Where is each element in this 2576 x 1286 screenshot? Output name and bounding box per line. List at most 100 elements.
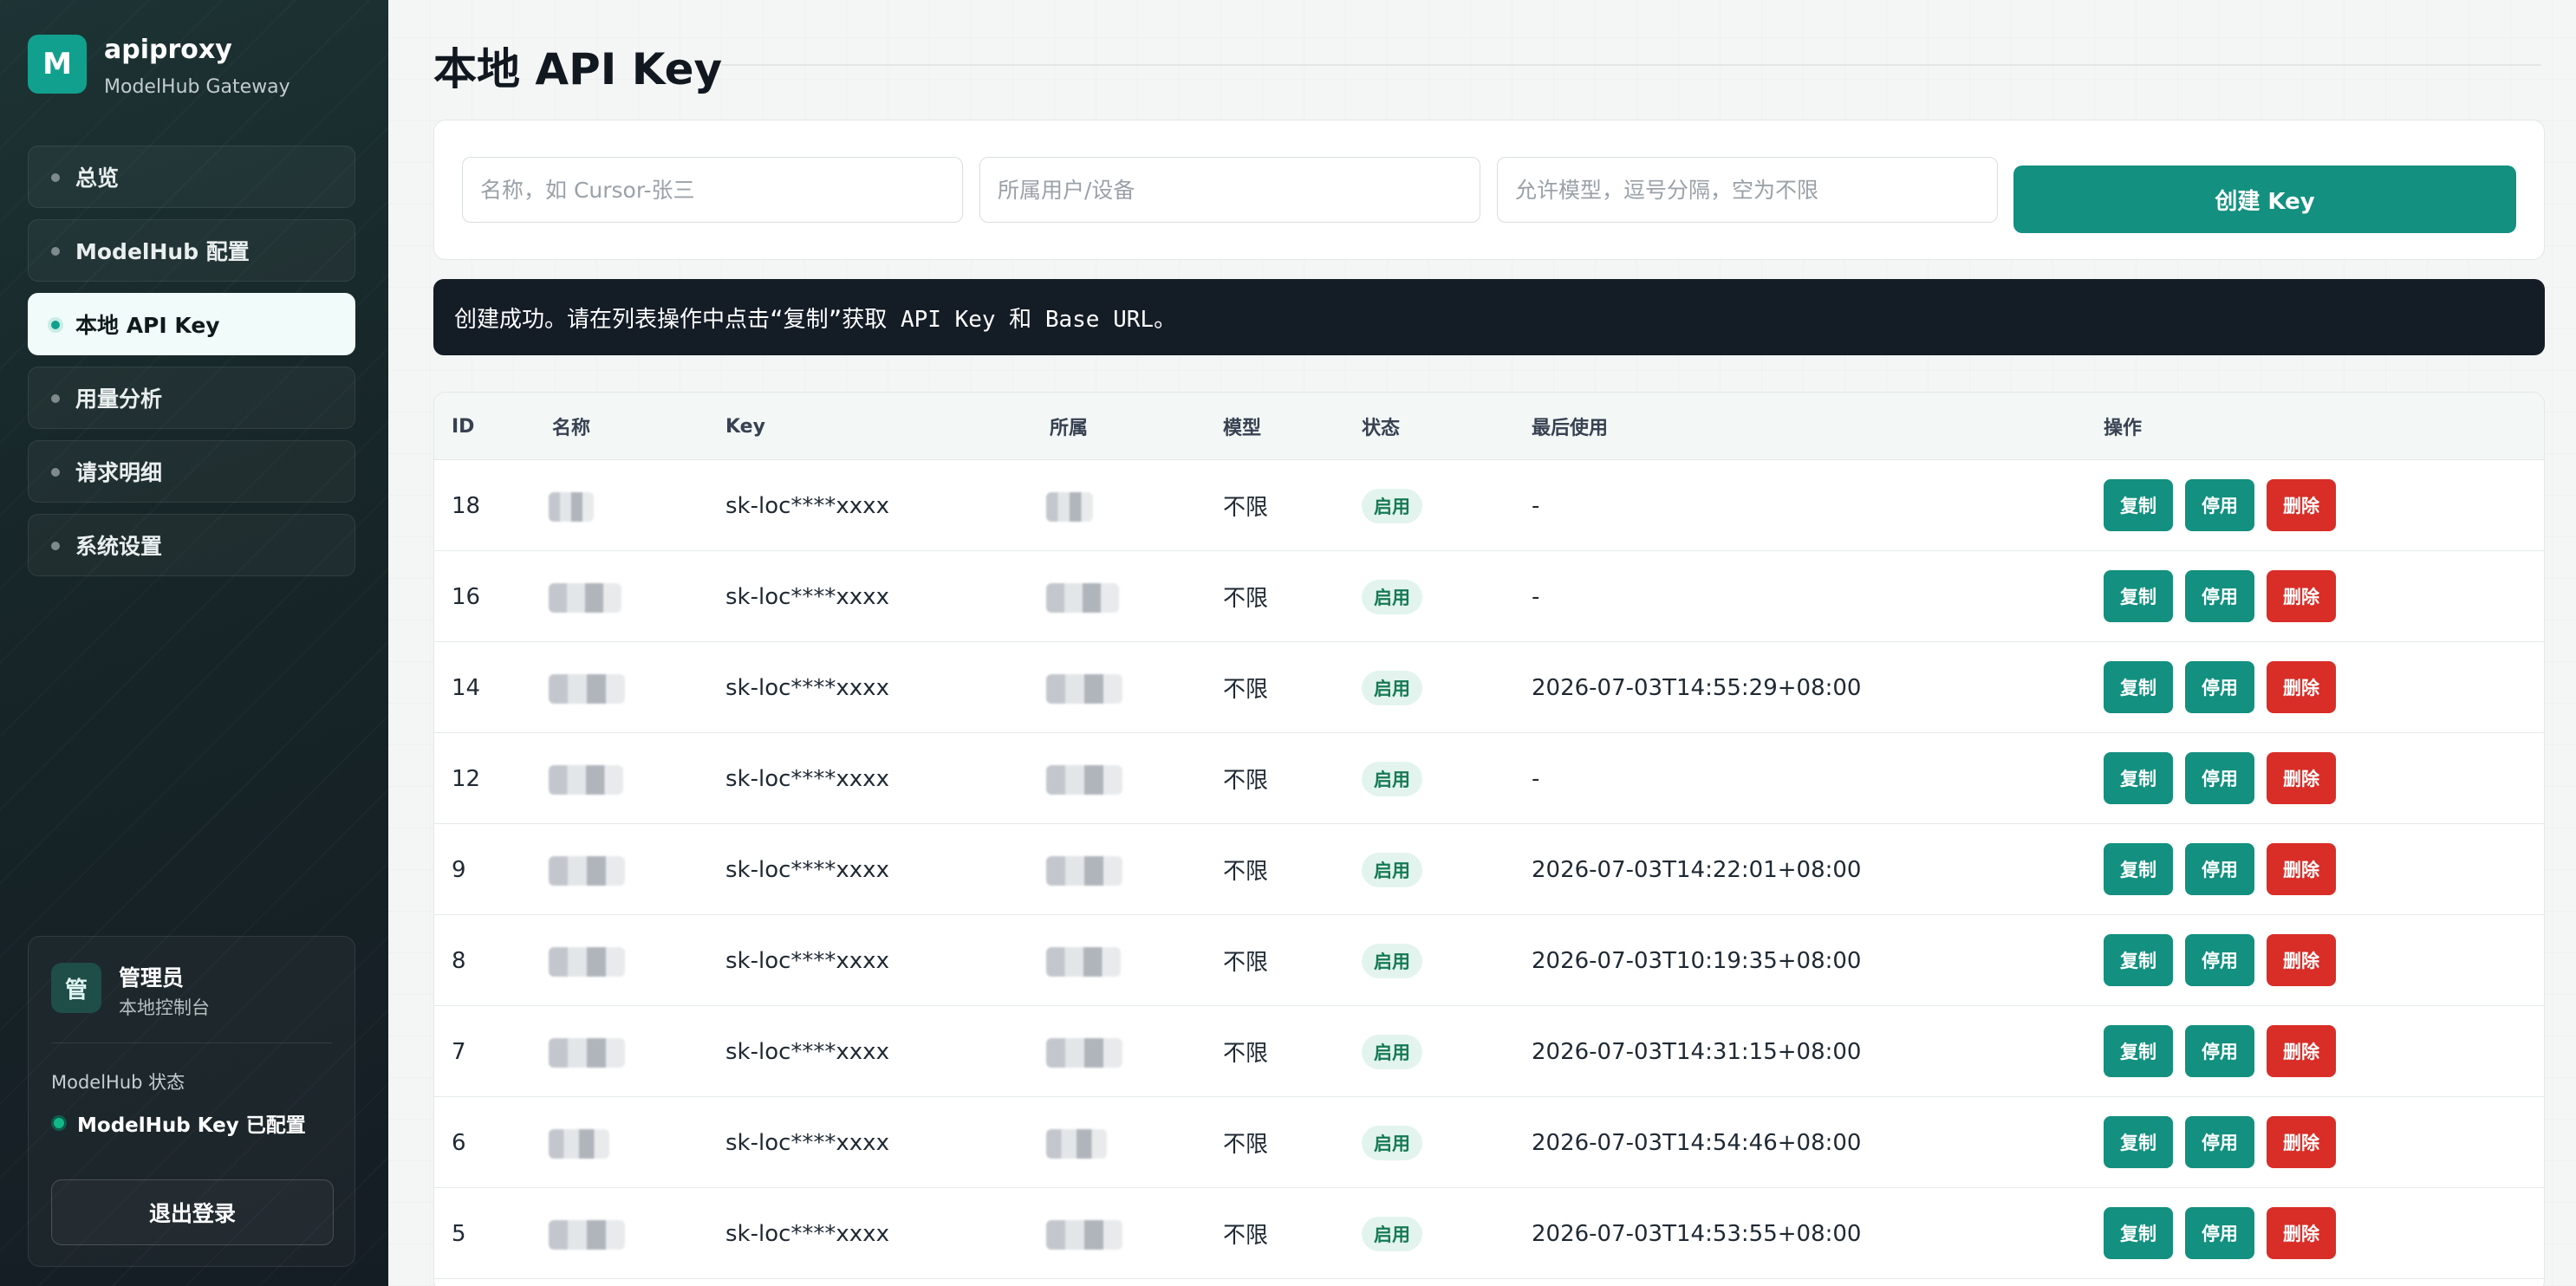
copy-button[interactable]: 复制 (2104, 752, 2173, 804)
cell-id: 8 (452, 947, 466, 974)
cell-last-used: 2026-07-03T14:55:29+08:00 (1532, 674, 1862, 701)
disable-button[interactable]: 停用 (2185, 1207, 2254, 1259)
status-badge: 启用 (1362, 579, 1422, 614)
cell-last-used: - (1532, 583, 1540, 610)
cell-key: sk-loc****xxxx (725, 947, 889, 974)
cell-model: 不限 (1223, 768, 1269, 794)
cell-id: 18 (452, 492, 481, 519)
bullet-icon (51, 173, 60, 182)
cell-status: 启用 (1362, 733, 1422, 824)
sidebar-item-usage-analytics[interactable]: 用量分析 (28, 367, 355, 429)
brand-subtitle: ModelHub Gateway (104, 76, 290, 98)
cell-id: 7 (452, 1038, 466, 1065)
delete-button[interactable]: 删除 (2267, 843, 2336, 895)
brand-logo: M (28, 35, 87, 94)
status-dot-icon (51, 1115, 67, 1131)
bullet-icon (51, 468, 60, 477)
cell-status: 启用 (1362, 1188, 1422, 1279)
disable-button[interactable]: 停用 (2185, 843, 2254, 895)
sidebar-item-system-settings[interactable]: 系统设置 (28, 514, 355, 576)
cell-model: 不限 (1223, 1223, 1269, 1249)
table-row: 16 sk-loc****xxxx 不限 启用 - 复制 停用 删除 (434, 551, 2544, 642)
sidebar-item-label: ModelHub 配置 (75, 239, 250, 264)
delete-button[interactable]: 删除 (2267, 752, 2336, 804)
cell-last-used: - (1532, 492, 1540, 519)
disable-button[interactable]: 停用 (2185, 661, 2254, 713)
owner-input[interactable] (979, 157, 1480, 223)
cell-id: 12 (452, 765, 481, 792)
delete-button[interactable]: 删除 (2267, 1116, 2336, 1168)
disable-button[interactable]: 停用 (2185, 479, 2254, 531)
status-badge: 启用 (1362, 488, 1422, 523)
sidebar-item-label: 本地 API Key (75, 313, 220, 338)
table-row: 14 sk-loc****xxxx 不限 启用 2026-07-03T14:55… (434, 642, 2544, 733)
redacted-name (549, 1129, 609, 1159)
column-header-model: 模型 (1223, 418, 1262, 439)
disable-button[interactable]: 停用 (2185, 934, 2254, 986)
redacted-name (549, 1220, 625, 1250)
delete-button[interactable]: 删除 (2267, 934, 2336, 986)
redacted-name (549, 765, 623, 795)
copy-button[interactable]: 复制 (2104, 1025, 2173, 1077)
sidebar-item-overview[interactable]: 总览 (28, 146, 355, 208)
table-header: ID 名称 Key 所属 模型 状态 最后使用 操作 (434, 393, 2544, 460)
copy-button[interactable]: 复制 (2104, 934, 2173, 986)
delete-button[interactable]: 删除 (2267, 1207, 2336, 1259)
copy-button[interactable]: 复制 (2104, 1207, 2173, 1259)
cell-key: sk-loc****xxxx (725, 1220, 889, 1247)
redacted-name (549, 583, 621, 613)
delete-button[interactable]: 删除 (2267, 661, 2336, 713)
cell-status: 启用 (1362, 642, 1422, 733)
cell-status: 启用 (1362, 824, 1422, 915)
cell-key: sk-loc****xxxx (725, 765, 889, 792)
delete-button[interactable]: 删除 (2267, 479, 2336, 531)
status-badge: 启用 (1362, 1125, 1422, 1160)
cell-status: 启用 (1362, 915, 1422, 1006)
copy-button[interactable]: 复制 (2104, 843, 2173, 895)
disable-button[interactable]: 停用 (2185, 1025, 2254, 1077)
copy-button[interactable]: 复制 (2104, 570, 2173, 622)
copy-button[interactable]: 复制 (2104, 479, 2173, 531)
delete-button[interactable]: 删除 (2267, 1025, 2336, 1077)
redacted-owner (1046, 1129, 1107, 1159)
sidebar-item-label: 总览 (75, 166, 120, 191)
redacted-name (549, 492, 594, 522)
redacted-owner (1046, 674, 1122, 704)
table-row: 7 sk-loc****xxxx 不限 启用 2026-07-03T14:31:… (434, 1006, 2544, 1097)
cell-model: 不限 (1223, 859, 1269, 885)
status-badge: 启用 (1362, 852, 1422, 887)
sidebar-item-label: 系统设置 (75, 534, 163, 559)
cell-last-used: - (1532, 765, 1540, 792)
column-header-owner: 所属 (1050, 418, 1089, 439)
table-row: 9 sk-loc****xxxx 不限 启用 2026-07-03T14:22:… (434, 824, 2544, 915)
logout-button[interactable]: 退出登录 (51, 1179, 334, 1245)
copy-button[interactable]: 复制 (2104, 661, 2173, 713)
cell-status: 启用 (1362, 1097, 1422, 1188)
disable-button[interactable]: 停用 (2185, 1116, 2254, 1168)
sidebar-item-modelhub-config[interactable]: ModelHub 配置 (28, 219, 355, 282)
copy-button[interactable]: 复制 (2104, 1116, 2173, 1168)
redacted-name (549, 856, 625, 886)
bullet-icon (51, 394, 60, 403)
table-row: 18 sk-loc****xxxx 不限 启用 - 复制 停用 删除 (434, 460, 2544, 551)
cell-last-used: 2026-07-03T14:31:15+08:00 (1532, 1038, 1862, 1065)
create-key-button[interactable]: 创建 Key (2013, 166, 2516, 233)
disable-button[interactable]: 停用 (2185, 752, 2254, 804)
delete-button[interactable]: 删除 (2267, 570, 2336, 622)
sidebar-item-request-details[interactable]: 请求明细 (28, 440, 355, 503)
column-header-last-used: 最后使用 (1532, 418, 1609, 439)
sidebar-item-local-api-key[interactable]: 本地 API Key (28, 293, 355, 355)
name-input[interactable] (462, 157, 963, 223)
sidebar-item-label: 请求明细 (75, 460, 163, 485)
cell-model: 不限 (1223, 677, 1269, 703)
cell-key: sk-loc****xxxx (725, 1129, 889, 1156)
table-row: 12 sk-loc****xxxx 不限 启用 - 复制 停用 删除 (434, 733, 2544, 824)
modelhub-status-text: ModelHub Key 已配置 (77, 1114, 306, 1137)
models-input[interactable] (1497, 157, 1998, 223)
cell-id: 14 (452, 674, 481, 701)
cell-last-used: 2026-07-03T14:22:01+08:00 (1532, 856, 1862, 883)
disable-button[interactable]: 停用 (2185, 570, 2254, 622)
column-header-status: 状态 (1362, 418, 1401, 439)
cell-key: sk-loc****xxxx (725, 1038, 889, 1065)
redacted-owner (1046, 765, 1122, 795)
